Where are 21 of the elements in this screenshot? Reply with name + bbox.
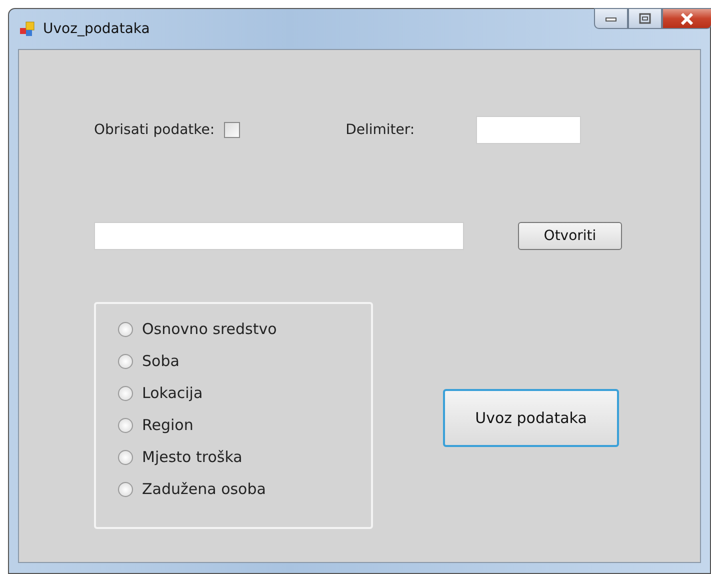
delimiter-label: Delimiter: [346, 122, 415, 138]
open-button[interactable]: Otvoriti [518, 222, 622, 250]
radio-option[interactable]: Lokacija [118, 382, 371, 404]
radio-option[interactable]: Soba [118, 350, 371, 372]
delete-data-label: Obrisati podatke: [94, 122, 215, 138]
restore-icon [639, 13, 651, 24]
radio-option[interactable]: Osnovno sredstvo [118, 318, 371, 340]
maximize-button[interactable] [628, 8, 662, 29]
minimize-icon [605, 16, 617, 22]
minimize-button[interactable] [594, 8, 628, 29]
radio-option[interactable]: Zadužena osoba [118, 478, 371, 500]
app-icon [19, 21, 35, 37]
radio-option[interactable]: Mjesto troška [118, 446, 371, 468]
file-path-field[interactable] [94, 222, 464, 250]
delimiter-field[interactable] [476, 116, 581, 144]
import-button[interactable]: Uvoz podataka [443, 388, 619, 446]
delete-data-checkbox[interactable] [224, 122, 240, 138]
close-button[interactable] [662, 8, 711, 29]
window-title: Uvoz_podataka [43, 21, 150, 37]
radio-option[interactable]: Region [118, 414, 371, 436]
close-icon [680, 12, 694, 24]
